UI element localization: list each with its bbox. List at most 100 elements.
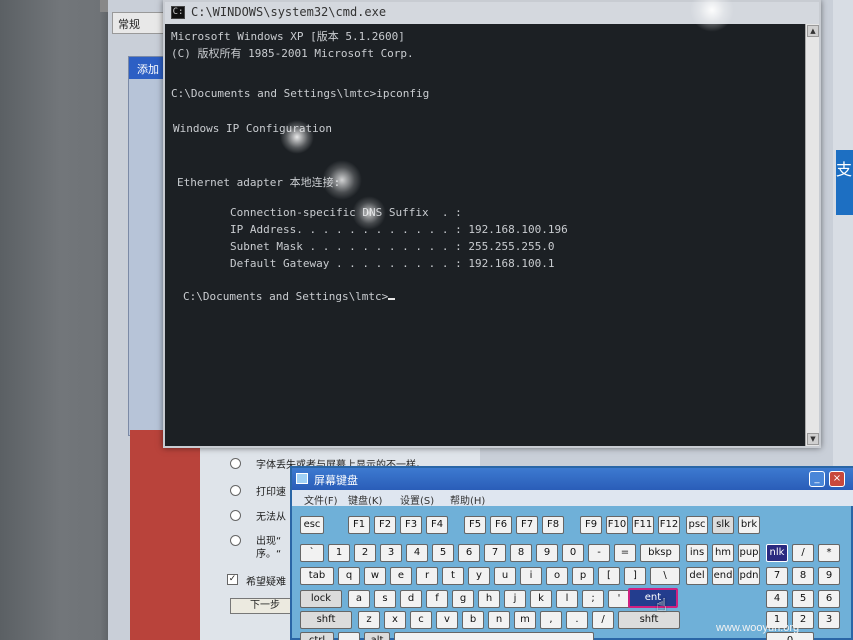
key-4[interactable]: 4 [406, 544, 428, 562]
key-caps-lock[interactable]: lock [300, 590, 342, 608]
key-slash[interactable]: / [592, 611, 614, 629]
key-ctrl[interactable]: ctrl [300, 632, 334, 640]
key-d[interactable]: d [400, 590, 422, 608]
key-numpad-8[interactable]: 8 [792, 567, 814, 585]
key-w[interactable]: w [364, 567, 386, 585]
key-f5[interactable]: F5 [464, 516, 486, 534]
minimize-icon[interactable]: _ [809, 471, 825, 487]
key-p[interactable]: p [572, 567, 594, 585]
key-m[interactable]: m [514, 611, 536, 629]
key-enter[interactable]: ent [628, 588, 678, 608]
option-radio-3[interactable] [230, 510, 241, 521]
key-numlock[interactable]: nlk [766, 544, 788, 562]
key-f4[interactable]: F4 [426, 516, 448, 534]
key-space[interactable] [394, 632, 594, 640]
key-e[interactable]: e [390, 567, 412, 585]
key-l[interactable]: l [556, 590, 578, 608]
key-numpad-9[interactable]: 9 [818, 567, 840, 585]
key-f1[interactable]: F1 [348, 516, 370, 534]
key-slk[interactable]: slk [712, 516, 734, 534]
key-brk[interactable]: brk [738, 516, 760, 534]
key-esc[interactable]: esc [300, 516, 324, 534]
key-alt[interactable]: alt [364, 632, 390, 640]
on-screen-keyboard[interactable]: 屏幕键盘 _ × 文件(F) 键盘(K) 设置(S) 帮助(H) esc F1 … [290, 466, 853, 640]
key-i[interactable]: i [520, 567, 542, 585]
key-backtick[interactable]: ` [300, 544, 324, 562]
key-f9[interactable]: F9 [580, 516, 602, 534]
cmd-titlebar[interactable]: C: C:\WINDOWS\system32\cmd.exe [165, 2, 819, 24]
key-a[interactable]: a [348, 590, 370, 608]
console-output[interactable]: Microsoft Windows XP [版本 5.1.2600] (C) 版… [165, 24, 805, 446]
key-psc[interactable]: psc [686, 516, 708, 534]
key-numpad-6[interactable]: 6 [818, 590, 840, 608]
scroll-down-icon[interactable]: ▼ [807, 433, 819, 445]
key-9[interactable]: 9 [536, 544, 558, 562]
key-semicolon[interactable]: ; [582, 590, 604, 608]
option-radio-4[interactable] [230, 535, 241, 546]
key-shift-right[interactable]: shft [618, 611, 680, 629]
key-7[interactable]: 7 [484, 544, 506, 562]
key-f10[interactable]: F10 [606, 516, 628, 534]
key-v[interactable]: v [436, 611, 458, 629]
key-5[interactable]: 5 [432, 544, 454, 562]
key-numpad-3[interactable]: 3 [818, 611, 840, 629]
help-checkbox[interactable]: ✓ [227, 574, 238, 585]
key-numpad-4[interactable]: 4 [766, 590, 788, 608]
key-f2[interactable]: F2 [374, 516, 396, 534]
key-comma[interactable]: , [540, 611, 562, 629]
key-y[interactable]: y [468, 567, 490, 585]
menu-settings[interactable]: 设置(S) [400, 492, 434, 507]
key-numpad-multiply[interactable]: * [818, 544, 840, 562]
menu-help[interactable]: 帮助(H) [450, 492, 485, 507]
key-3[interactable]: 3 [380, 544, 402, 562]
key-1[interactable]: 1 [328, 544, 350, 562]
key-left-bracket[interactable]: [ [598, 567, 620, 585]
key-6[interactable]: 6 [458, 544, 480, 562]
key-k[interactable]: k [530, 590, 552, 608]
key-delete[interactable]: del [686, 567, 708, 585]
key-f12[interactable]: F12 [658, 516, 680, 534]
key-right-bracket[interactable]: ] [624, 567, 646, 585]
key-numpad-divide[interactable]: / [792, 544, 814, 562]
menu-keyboard[interactable]: 键盘(K) [348, 492, 382, 507]
key-shift-left[interactable]: shft [300, 611, 352, 629]
scroll-up-icon[interactable]: ▲ [807, 25, 819, 37]
windows-icon[interactable] [338, 632, 360, 640]
key-period[interactable]: . [566, 611, 588, 629]
key-ins[interactable]: ins [686, 544, 708, 562]
key-f[interactable]: f [426, 590, 448, 608]
key-equals[interactable]: = [614, 544, 636, 562]
close-icon[interactable]: × [829, 471, 845, 487]
key-s[interactable]: s [374, 590, 396, 608]
key-z[interactable]: z [358, 611, 380, 629]
key-home[interactable]: hm [712, 544, 734, 562]
key-h[interactable]: h [478, 590, 500, 608]
key-j[interactable]: j [504, 590, 526, 608]
key-pgup[interactable]: pup [738, 544, 760, 562]
key-f7[interactable]: F7 [516, 516, 538, 534]
key-n[interactable]: n [488, 611, 510, 629]
key-minus[interactable]: - [588, 544, 610, 562]
key-2[interactable]: 2 [354, 544, 376, 562]
menu-file[interactable]: 文件(F) [304, 492, 338, 507]
key-u[interactable]: u [494, 567, 516, 585]
key-q[interactable]: q [338, 567, 360, 585]
key-g[interactable]: g [452, 590, 474, 608]
key-tab[interactable]: tab [300, 567, 334, 585]
option-radio-1[interactable] [230, 458, 241, 469]
key-backspace[interactable]: bksp [640, 544, 680, 562]
key-f11[interactable]: F11 [632, 516, 654, 534]
key-numpad-5[interactable]: 5 [792, 590, 814, 608]
option-radio-2[interactable] [230, 485, 241, 496]
key-f3[interactable]: F3 [400, 516, 422, 534]
key-t[interactable]: t [442, 567, 464, 585]
key-numpad-7[interactable]: 7 [766, 567, 788, 585]
key-pgdn[interactable]: pdn [738, 567, 760, 585]
key-quote[interactable]: ' [608, 590, 630, 608]
key-8[interactable]: 8 [510, 544, 532, 562]
key-f8[interactable]: F8 [542, 516, 564, 534]
osk-titlebar[interactable]: 屏幕键盘 _ × [292, 468, 853, 490]
key-backslash[interactable]: \ [650, 567, 680, 585]
key-x[interactable]: x [384, 611, 406, 629]
key-end[interactable]: end [712, 567, 734, 585]
